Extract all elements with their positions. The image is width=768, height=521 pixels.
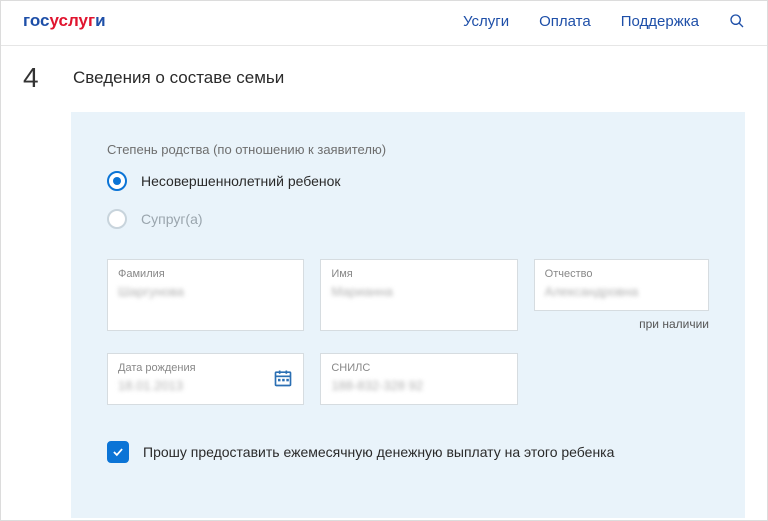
snils-value: 188-832-328 92 [331,378,506,394]
lastname-label: Фамилия [118,268,293,280]
relationship-label: Степень родства (по отношению к заявител… [107,142,709,157]
section-title: Сведения о составе семьи [73,68,284,88]
radio-icon [107,209,127,229]
birthdate-value: 18.01.2013 [118,378,267,394]
birthdate-field[interactable]: Дата рождения 18.01.2013 [107,353,304,405]
header: госуслуги Услуги Оплата Поддержка [1,1,767,46]
section-header: 4 Сведения о составе семьи [1,46,767,112]
radio-icon [107,171,127,191]
firstname-label: Имя [331,268,506,280]
logo-part1: гос [23,11,49,30]
logo[interactable]: госуслуги [23,11,106,31]
logo-part2: услуг [49,11,95,30]
lastname-field[interactable]: Фамилия Шаргунова [107,259,304,331]
name-fields-row: Фамилия Шаргунова Имя Марианна Отчество … [107,259,709,331]
checkbox-checked-icon[interactable] [107,441,129,463]
doc-fields-row: Дата рождения 18.01.2013 СНИЛС 188-832-3… [107,353,709,405]
snils-field[interactable]: СНИЛС 188-832-328 92 [320,353,517,405]
nav-support[interactable]: Поддержка [621,13,699,30]
birthdate-label: Дата рождения [118,362,267,374]
header-nav: Услуги Оплата Поддержка [463,13,745,30]
lastname-value: Шаргунова [118,284,293,300]
payment-request-label: Прошу предоставить ежемесячную денежную … [143,444,614,460]
firstname-value: Марианна [331,284,506,300]
logo-part3: и [95,11,105,30]
snils-label: СНИЛС [331,362,506,374]
patronymic-hint: при наличии [534,317,709,331]
search-icon[interactable] [729,13,745,29]
payment-request-row[interactable]: Прошу предоставить ежемесячную денежную … [107,441,709,463]
firstname-field[interactable]: Имя Марианна [320,259,517,331]
patronymic-value: Александровна [545,284,698,300]
nav-payment[interactable]: Оплата [539,13,591,30]
radio-minor-child-label: Несовершеннолетний ребенок [141,173,341,189]
app-frame: госуслуги Услуги Оплата Поддержка 4 Свед… [0,0,768,521]
patronymic-field[interactable]: Отчество Александровна [534,259,709,311]
calendar-icon[interactable] [273,368,293,388]
patronymic-label: Отчество [545,268,698,280]
spacer [534,353,709,405]
nav-services[interactable]: Услуги [463,13,509,30]
radio-spouse: Супруг(а) [107,209,709,229]
patronymic-wrap: Отчество Александровна при наличии [534,259,709,331]
radio-spouse-label: Супруг(а) [141,211,203,227]
form-panel: Степень родства (по отношению к заявител… [71,112,745,518]
radio-minor-child[interactable]: Несовершеннолетний ребенок [107,171,709,191]
step-number: 4 [23,62,49,94]
